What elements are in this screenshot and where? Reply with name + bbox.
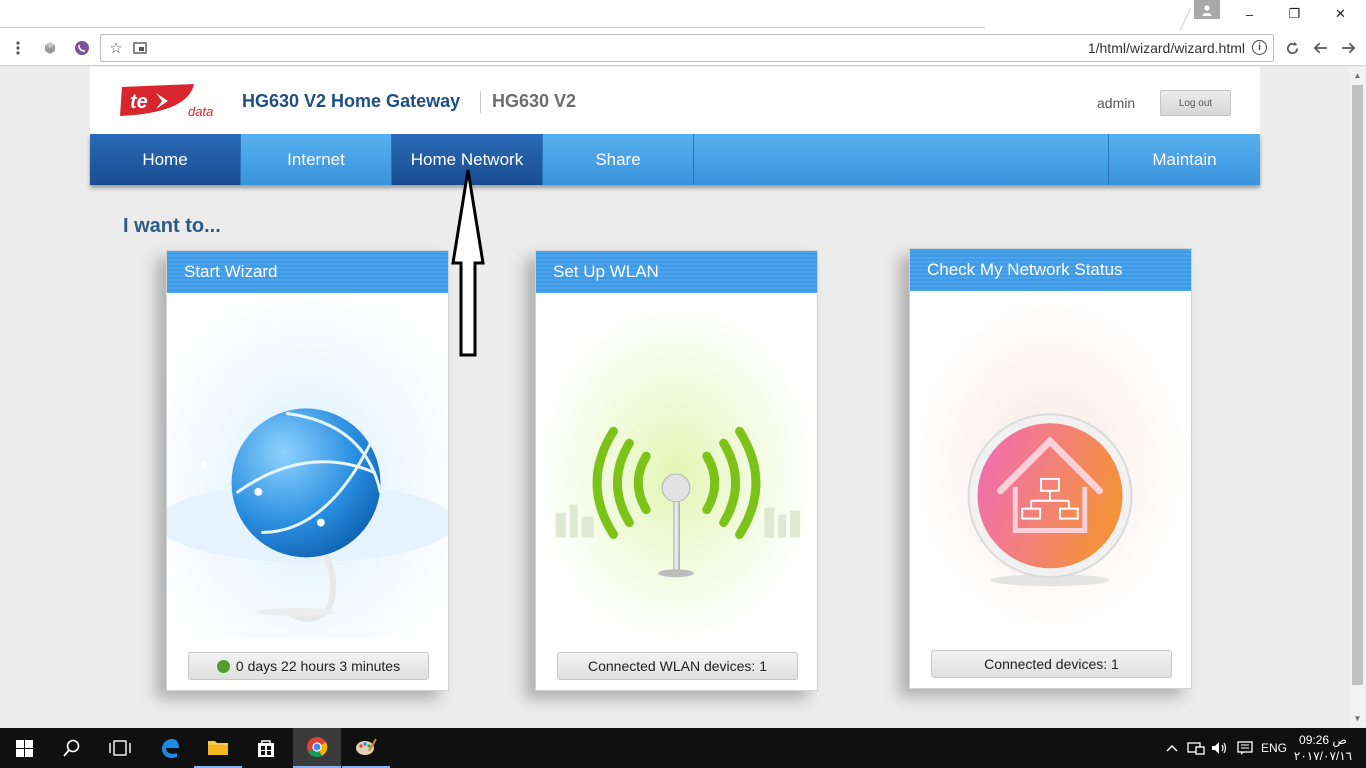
minimize-icon: –	[1245, 6, 1254, 22]
windows-taskbar: ENG 09:26 ص ٢٠١٧/٠٧/١٦	[0, 728, 1366, 768]
scroll-down-arrow-icon[interactable]: ▼	[1349, 710, 1366, 727]
clock-tray-button[interactable]: 09:26 ص ٢٠١٧/٠٧/١٦	[1293, 728, 1353, 768]
tab-strip-line	[0, 27, 985, 28]
logout-button[interactable]: Log out	[1160, 90, 1231, 116]
network-status-card[interactable]: Check My Network Status Connected device…	[909, 248, 1192, 689]
nav-home[interactable]: Home	[90, 134, 241, 185]
svg-text:data: data	[188, 104, 213, 119]
minimize-button[interactable]: –	[1227, 0, 1272, 28]
card-title[interactable]: Check My Network Status	[910, 249, 1191, 291]
store-taskbar-button[interactable]	[242, 728, 290, 768]
card-title[interactable]: Start Wizard	[167, 251, 448, 293]
clock-icon	[216, 659, 230, 673]
kebab-menu-icon	[16, 41, 20, 55]
search-icon	[63, 739, 80, 757]
close-icon: ✕	[1335, 6, 1346, 21]
browser-titlebar: – ❐ ✕	[0, 0, 1366, 30]
nav-spacer	[694, 134, 1109, 185]
reload-icon	[1286, 41, 1298, 54]
network-icon	[1187, 742, 1205, 755]
notifications-tray-button[interactable]	[1235, 728, 1255, 768]
menu-button[interactable]	[8, 30, 28, 66]
action-center-icon	[1237, 741, 1253, 755]
scroll-up-arrow-icon[interactable]: ▲	[1349, 67, 1366, 84]
close-button[interactable]: ✕	[1318, 0, 1363, 28]
clock-time: 09:26 ص	[1299, 733, 1347, 747]
input-language-indicator[interactable]: ENG	[1261, 728, 1287, 768]
nav-internet[interactable]: Internet	[241, 134, 392, 185]
setup-wlan-card[interactable]: Set Up WLAN Connected WLAN devices: 1	[535, 250, 818, 691]
wlan-devices-pill: Connected WLAN devices: 1	[557, 652, 798, 680]
page-scrollbar[interactable]: ▲ ▼	[1349, 67, 1366, 727]
uptime-pill: 0 days 22 hours 3 minutes	[188, 652, 429, 680]
task-view-button[interactable]	[96, 728, 144, 768]
scroll-thumb[interactable]	[1352, 85, 1363, 685]
bookmark-star-icon[interactable]: ☆	[105, 35, 127, 61]
edge-taskbar-button[interactable]	[146, 728, 194, 768]
task-view-icon	[109, 740, 131, 756]
volume-tray-button[interactable]	[1210, 728, 1230, 768]
search-button[interactable]	[48, 728, 96, 768]
address-bar[interactable]: ☆ 1/html/wizard/wizard.html i	[100, 34, 1274, 62]
cast-icon	[133, 42, 147, 54]
router-header: te data HG630 V2 Home Gateway HG630 V2 a…	[90, 67, 1260, 134]
start-button[interactable]	[0, 728, 48, 768]
paint-palette-icon	[356, 738, 377, 755]
svg-text:te: te	[130, 91, 148, 113]
edge-icon	[162, 739, 179, 759]
windows-logo-icon	[15, 739, 33, 757]
username-label: admin	[1097, 95, 1136, 111]
card-title[interactable]: Set Up WLAN	[536, 251, 817, 293]
restore-icon: ❐	[1288, 6, 1301, 21]
show-hidden-icons-button[interactable]	[1164, 728, 1180, 768]
section-title: I want to...	[123, 215, 221, 237]
start-wizard-card[interactable]: Start Wizard 0 days 22 hours 3 minutes	[166, 250, 449, 691]
clock-date: ٢٠١٧/٠٧/١٦	[1293, 749, 1353, 763]
paint-taskbar-button[interactable]	[342, 728, 390, 768]
arrow-right-icon	[1341, 42, 1355, 54]
profile-button[interactable]	[1194, 0, 1220, 19]
globe-icon	[167, 294, 448, 638]
pointer-arrow-annotation	[451, 169, 485, 357]
folder-icon	[208, 741, 228, 755]
back-button[interactable]	[1309, 30, 1331, 66]
te-data-logo: te data	[120, 84, 213, 119]
chrome-icon	[307, 737, 328, 758]
restore-button[interactable]: ❐	[1272, 0, 1317, 28]
forward-button[interactable]	[1337, 30, 1359, 66]
speaker-icon	[1212, 742, 1227, 754]
nav-share[interactable]: Share	[543, 134, 694, 185]
network-tray-button[interactable]	[1186, 728, 1206, 768]
nav-maintain[interactable]: Maintain	[1109, 134, 1260, 185]
extension-button[interactable]	[38, 30, 62, 66]
header-divider	[480, 91, 481, 113]
home-network-icon	[910, 292, 1191, 636]
chrome-taskbar-button[interactable]	[293, 728, 341, 768]
chevron-up-icon	[1166, 744, 1178, 752]
main-nav: Home Internet Home Network Share Maintai…	[90, 134, 1260, 185]
model-name: HG630 V2	[492, 91, 577, 111]
site-info-icon[interactable]: i	[1252, 40, 1267, 55]
extension-icon	[45, 42, 55, 54]
arrow-left-icon	[1313, 42, 1327, 54]
product-name: HG630 V2 Home Gateway	[242, 91, 461, 111]
user-icon	[1202, 4, 1212, 16]
uptime-text: 0 days 22 hours 3 minutes	[235, 658, 401, 674]
file-explorer-taskbar-button[interactable]	[194, 728, 242, 768]
viber-extension-button[interactable]	[70, 30, 94, 66]
browser-toolbar: ☆ 1/html/wizard/wizard.html i	[0, 30, 1366, 66]
viber-icon	[75, 41, 89, 55]
page-action-button[interactable]	[131, 35, 149, 61]
reload-button[interactable]	[1282, 30, 1302, 66]
store-icon	[258, 740, 274, 757]
url-text[interactable]: 1/html/wizard/wizard.html	[1088, 35, 1245, 61]
wifi-antenna-icon	[536, 294, 817, 638]
connected-devices-pill: Connected devices: 1	[931, 650, 1172, 678]
